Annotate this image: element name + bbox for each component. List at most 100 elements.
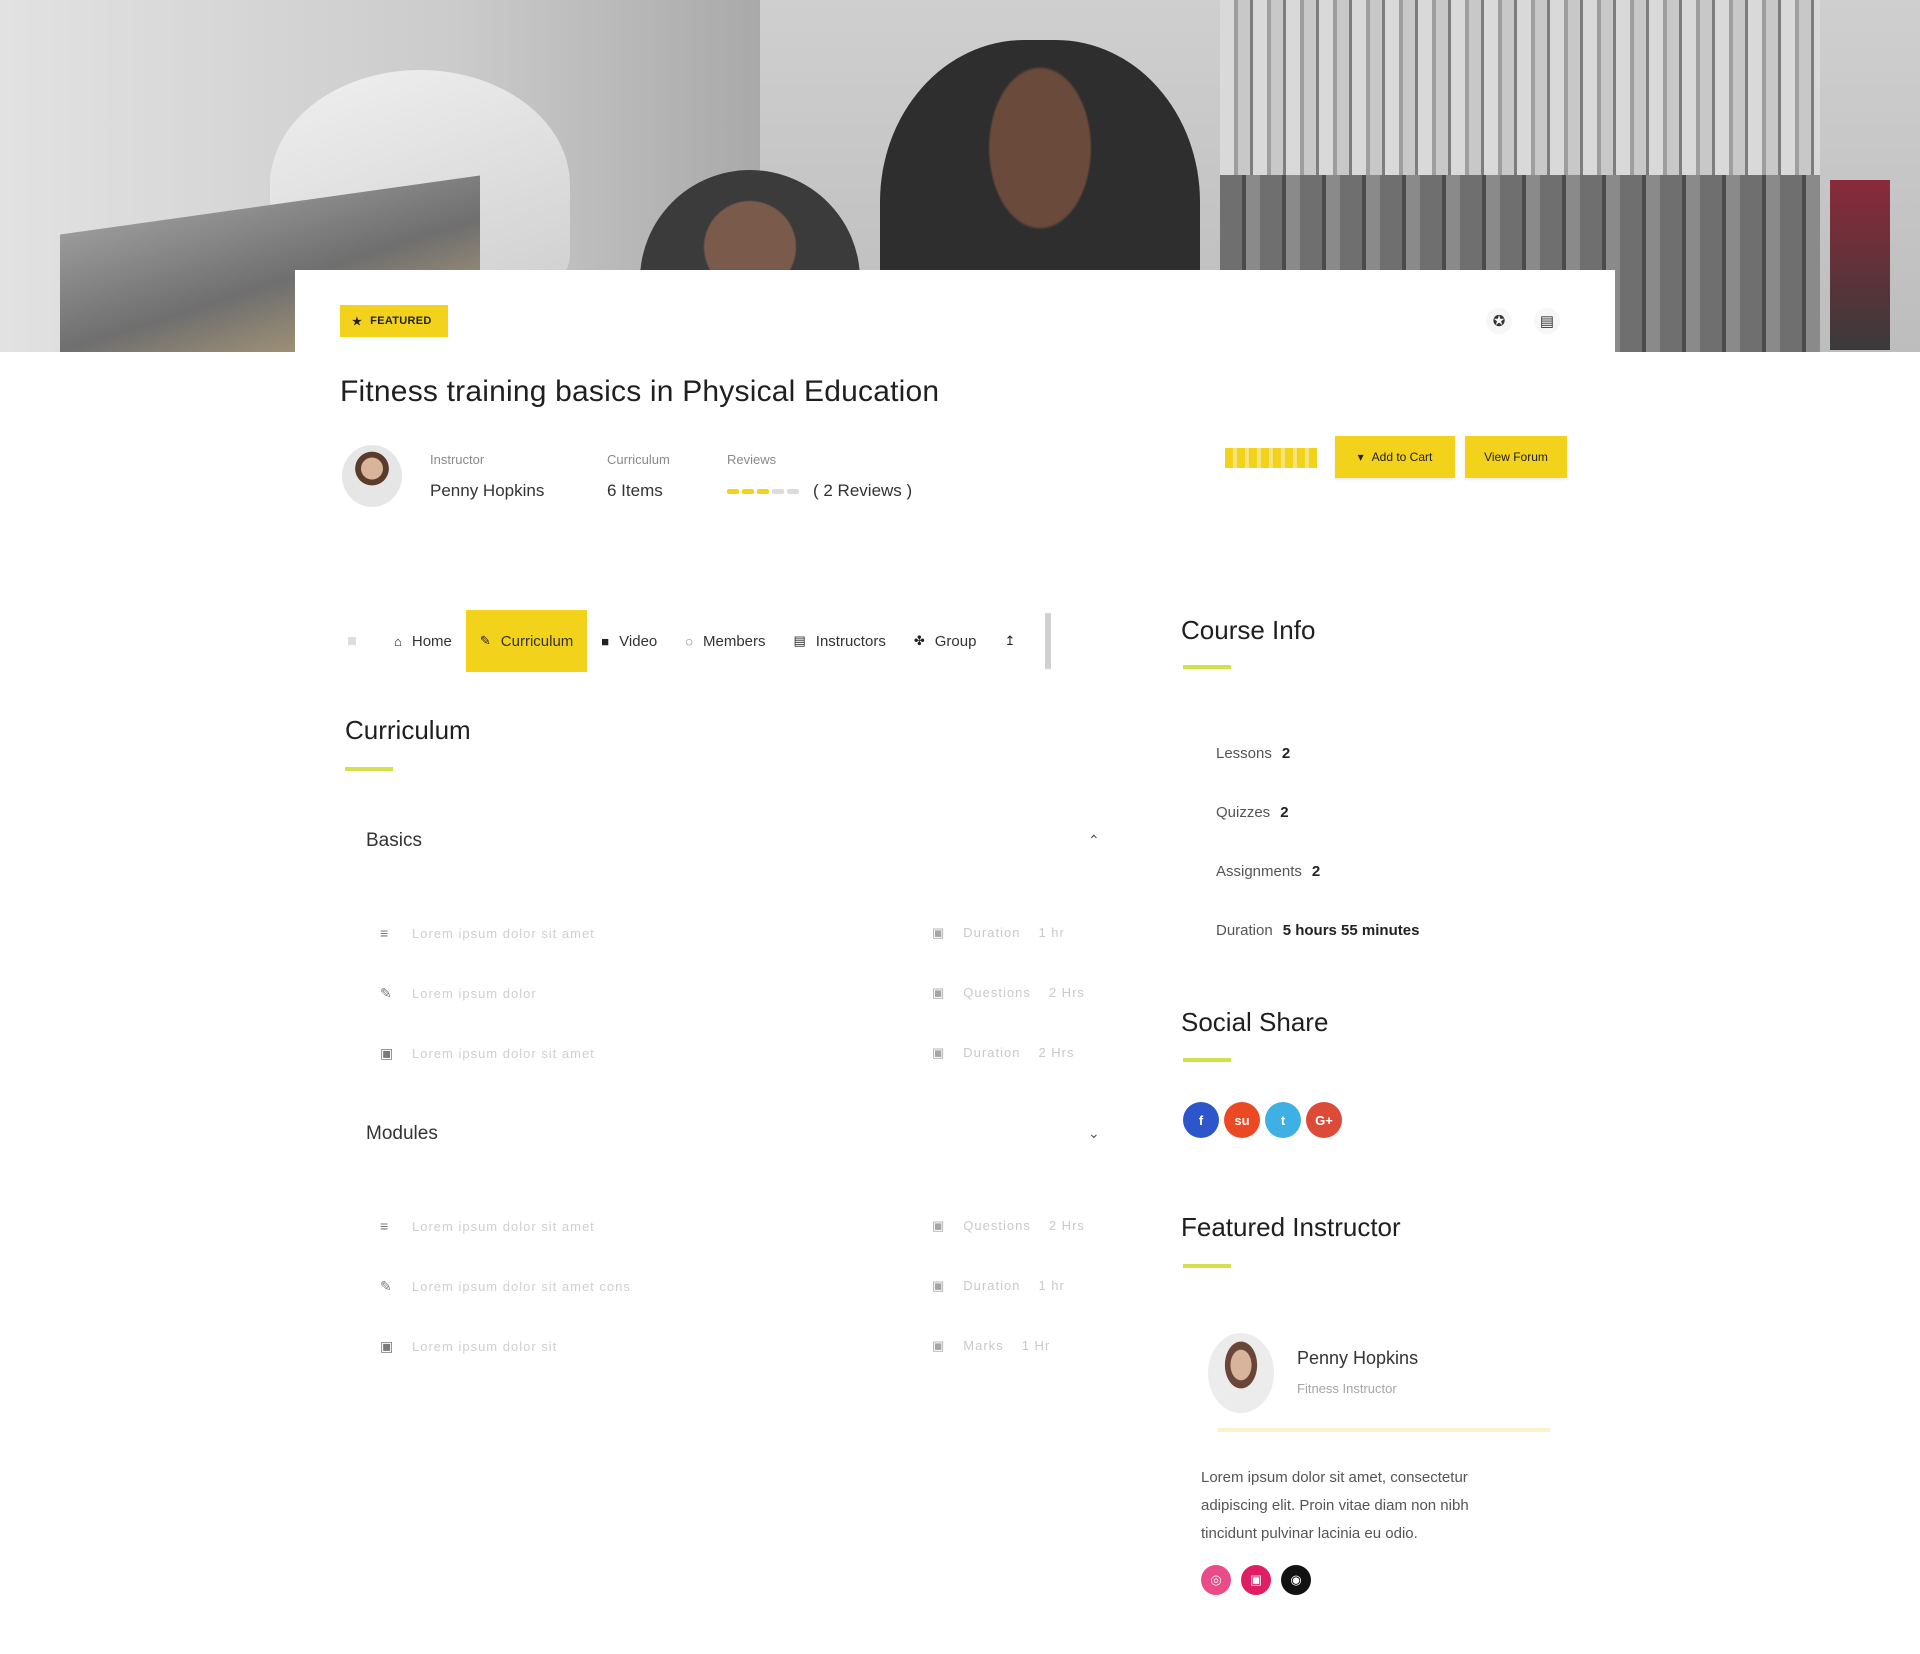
- lesson-title: Lorem ipsum dolor sit amet: [412, 1045, 595, 1061]
- lesson-meta-label: Questions: [963, 985, 1031, 1000]
- lesson-meta-time: 2 Hrs: [1048, 1218, 1085, 1233]
- question-icon: ▣: [932, 1218, 946, 1233]
- instructor-label: Instructor: [430, 452, 485, 467]
- google-plus-icon[interactable]: G+: [1306, 1102, 1342, 1138]
- chevron-up-icon[interactable]: ⌃: [1088, 832, 1100, 849]
- tab-label: Group: [934, 632, 977, 650]
- tab-video[interactable]: ■ Video: [587, 610, 671, 672]
- lesson-row[interactable]: ▣ Lorem ipsum dolor sit ▣ Marks 1 Hr: [380, 1335, 1100, 1357]
- rating-star: [772, 488, 784, 494]
- tab-curriculum[interactable]: ✎ Curriculum: [465, 610, 588, 672]
- course-info-label: Quizzes: [1216, 804, 1271, 821]
- chevron-down-icon[interactable]: ⌄: [1088, 1125, 1100, 1142]
- lesson-title: Lorem ipsum dolor: [412, 985, 537, 1001]
- award-icon[interactable]: ✪: [1486, 308, 1512, 334]
- lesson-row[interactable]: ▣ Lorem ipsum dolor sit amet ▣ Duration 2 Hr…: [380, 1042, 1100, 1064]
- course-info-value: 2: [1311, 863, 1321, 880]
- featured-badge: ★ FEATURED: [340, 305, 448, 337]
- add-to-cart-button[interactable]: ▾ Add to Cart: [1335, 436, 1455, 478]
- lesson-meta-time: 1 hr: [1038, 1278, 1065, 1293]
- home-icon: ⌂: [394, 633, 402, 649]
- certificate-icon[interactable]: ▤: [1534, 308, 1560, 334]
- tab-bullet: [348, 637, 356, 645]
- lesson-title: Lorem ipsum dolor sit amet: [412, 1218, 595, 1234]
- lesson-meta-time: 1 hr: [1038, 925, 1065, 940]
- meta-reviews: Reviews ( 2 Reviews ): [727, 452, 912, 501]
- github-icon[interactable]: ◉: [1281, 1565, 1311, 1595]
- rating-star: [757, 488, 769, 494]
- featured-label: FEATURED: [370, 315, 432, 327]
- lesson-meta: ▣ Duration 1 hr: [932, 1278, 1092, 1294]
- rating-star: [742, 488, 754, 494]
- course-info-underline: [1183, 665, 1231, 669]
- lesson-meta-label: Duration: [963, 1278, 1021, 1293]
- meta-instructor: Instructor Penny Hopkins: [430, 452, 544, 501]
- curriculum-group-title[interactable]: Basics: [366, 830, 422, 852]
- course-info-label: Assignments: [1216, 863, 1302, 880]
- book-icon: ✎: [479, 633, 491, 648]
- more-icon: ↥: [1004, 633, 1016, 648]
- course-info-row: Duration 5 hours 55 minutes: [1216, 922, 1419, 939]
- featured-instructor-role: Fitness Instructor: [1297, 1381, 1397, 1396]
- meta-curriculum: Curriculum 6 Items: [607, 452, 670, 501]
- course-info-row: Assignments 2: [1216, 863, 1320, 880]
- curriculum-group-title[interactable]: Modules: [366, 1123, 438, 1145]
- reviews-count[interactable]: ( 2 Reviews ): [813, 481, 912, 501]
- course-info-value: 5 hours 55 minutes: [1282, 922, 1420, 939]
- header-icons: ✪ ▤: [1486, 308, 1560, 334]
- quiz-icon: ✎: [380, 984, 392, 1001]
- rating-star: [727, 488, 739, 494]
- star-icon: ★: [352, 315, 363, 328]
- lesson-row[interactable]: ✎ Lorem ipsum dolor ▣ Questions 2 Hrs: [380, 982, 1100, 1004]
- featured-instructor-bio: Lorem ipsum dolor sit amet, consectetur …: [1201, 1469, 1469, 1542]
- social-share-heading: Social Share: [1181, 1007, 1329, 1037]
- featured-instructor-avatar[interactable]: [1208, 1333, 1274, 1413]
- tab-instructors[interactable]: ▤ Instructors: [780, 610, 900, 672]
- instructors-icon: ▤: [793, 633, 806, 648]
- tab-label: Instructors: [815, 632, 886, 650]
- lesson-row[interactable]: ✎ Lorem ipsum dolor sit amet cons ▣ Duratio…: [380, 1275, 1100, 1297]
- rating-star: [787, 488, 799, 494]
- instructor-avatar[interactable]: [342, 445, 402, 507]
- course-tabs: ⌂ Home ✎ Curriculum ■ Video ◌ Members ▤ Instructo…: [348, 610, 1120, 672]
- add-to-cart-label: Add to Cart: [1371, 450, 1433, 464]
- lesson-meta-label: Marks: [963, 1338, 1004, 1353]
- price-tag: [1225, 448, 1317, 468]
- course-info-row: Lessons 2: [1216, 745, 1290, 762]
- tab-group[interactable]: ✤ Group: [900, 610, 991, 672]
- quiz-icon: ✎: [380, 1277, 392, 1294]
- lesson-row[interactable]: ≡ Lorem ipsum dolor sit amet ▣ Duration 1 hr: [380, 922, 1100, 944]
- tab-members[interactable]: ◌ Members: [671, 610, 779, 672]
- featured-instructor-divider: [1218, 1428, 1550, 1432]
- flickr-icon[interactable]: ▣: [1241, 1565, 1271, 1595]
- tab-home[interactable]: ⌂ Home: [380, 610, 466, 672]
- assignment-icon: ▣: [380, 1337, 394, 1354]
- tab-label: Home: [411, 632, 452, 650]
- facebook-icon[interactable]: f: [1183, 1102, 1219, 1138]
- stumbleupon-icon[interactable]: su: [1224, 1102, 1260, 1138]
- marks-icon: ▣: [932, 1045, 946, 1060]
- lesson-meta: ▣ Marks 1 Hr: [932, 1338, 1092, 1354]
- members-icon: ◌: [685, 633, 693, 649]
- lesson-title: Lorem ipsum dolor sit: [412, 1338, 558, 1354]
- lesson-row[interactable]: ≡ Lorem ipsum dolor sit amet ▣ Questions 2 H…: [380, 1215, 1100, 1237]
- tabs-scrollbar[interactable]: [1045, 613, 1052, 669]
- featured-instructor-name[interactable]: Penny Hopkins: [1297, 1348, 1418, 1369]
- twitter-icon[interactable]: t: [1265, 1102, 1301, 1138]
- lesson-meta: ▣ Duration 1 hr: [932, 925, 1092, 941]
- course-info-label: Lessons: [1216, 745, 1272, 762]
- featured-instructor-social: ◎ ▣ ◉: [1201, 1565, 1311, 1595]
- dribbble-icon[interactable]: ◎: [1201, 1565, 1231, 1595]
- hero-accent: [1830, 180, 1890, 350]
- tab-more[interactable]: ↥: [990, 610, 1039, 672]
- lesson-meta-label: Duration: [963, 925, 1021, 940]
- social-share-icons: f su t G+: [1183, 1102, 1342, 1138]
- featured-instructor-underline: [1183, 1264, 1231, 1268]
- clock-icon: ▣: [932, 1278, 946, 1293]
- course-info-heading: Course Info: [1181, 615, 1316, 645]
- instructor-name[interactable]: Penny Hopkins: [430, 481, 544, 501]
- view-forum-button[interactable]: View Forum: [1465, 436, 1567, 478]
- curriculum-heading: Curriculum: [345, 715, 471, 745]
- lesson-meta: ▣ Questions 2 Hrs: [932, 985, 1092, 1001]
- course-info-row: Quizzes 2: [1216, 804, 1289, 821]
